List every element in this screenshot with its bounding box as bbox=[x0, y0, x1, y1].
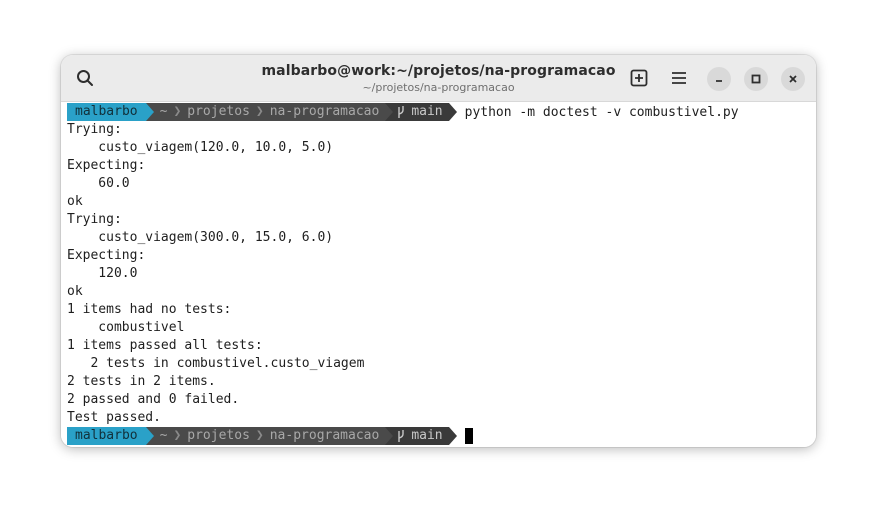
prompt-git: main bbox=[393, 103, 449, 121]
output-line: Expecting: bbox=[67, 158, 146, 173]
output-line: combustivel bbox=[67, 320, 185, 335]
prompt-git: main bbox=[393, 427, 449, 445]
prompt-separator-arrow bbox=[385, 427, 394, 445]
prompt-home: ~ bbox=[159, 428, 168, 443]
shell-prompt-current: malbarbo ~ ❯ projetos ❯ na-programacao m… bbox=[67, 427, 816, 445]
output-line: custo_viagem(300.0, 15.0, 6.0) bbox=[67, 230, 334, 245]
minimize-button[interactable] bbox=[707, 67, 731, 91]
output-line: Trying: bbox=[67, 212, 122, 227]
output-line: ok bbox=[67, 194, 83, 209]
menu-button[interactable] bbox=[665, 64, 693, 92]
maximize-button[interactable] bbox=[744, 67, 768, 91]
minimize-icon bbox=[716, 80, 722, 82]
prompt-dir: na-programacao bbox=[269, 428, 380, 443]
output-line: ok bbox=[67, 284, 83, 299]
prompt-dir: projetos bbox=[187, 428, 250, 443]
shell-prompt: malbarbo ~ ❯ projetos ❯ na-programacao m… bbox=[67, 103, 816, 121]
close-icon bbox=[789, 75, 797, 83]
terminal-output[interactable]: malbarbo ~ ❯ projetos ❯ na-programacao m… bbox=[61, 102, 816, 447]
output-line: custo_viagem(120.0, 10.0, 5.0) bbox=[67, 140, 334, 155]
prompt-dir: projetos bbox=[187, 104, 250, 119]
output-line: 2 tests in combustivel.custo_viagem bbox=[67, 356, 365, 371]
output-line: Trying: bbox=[67, 122, 122, 137]
close-button[interactable] bbox=[781, 67, 805, 91]
output-line: 2 tests in 2 items. bbox=[67, 374, 216, 389]
prompt-separator-arrow bbox=[145, 427, 154, 445]
window-title: malbarbo@work:~/projetos/na-programacao bbox=[261, 63, 616, 79]
git-branch-icon bbox=[398, 430, 405, 442]
maximize-icon bbox=[751, 74, 761, 84]
prompt-path: ~ ❯ projetos ❯ na-programacao bbox=[153, 103, 386, 121]
git-branch-icon bbox=[398, 106, 405, 118]
output-line: Expecting: bbox=[67, 248, 146, 263]
output-line: 1 items passed all tests: bbox=[67, 338, 263, 353]
new-tab-icon bbox=[630, 69, 648, 87]
terminal-window: malbarbo@work:~/projetos/na-programacao … bbox=[61, 55, 816, 447]
prompt-user: malbarbo bbox=[67, 427, 146, 445]
prompt-separator-arrow bbox=[448, 427, 457, 445]
text-cursor bbox=[464, 428, 473, 444]
new-tab-button[interactable] bbox=[625, 64, 653, 92]
path-chevron-icon: ❯ bbox=[173, 428, 182, 443]
prompt-separator-arrow bbox=[385, 103, 394, 121]
prompt-separator-arrow bbox=[145, 103, 154, 121]
output-line: Test passed. bbox=[67, 410, 161, 425]
output-line: 1 items had no tests: bbox=[67, 302, 232, 317]
prompt-dir: na-programacao bbox=[269, 104, 380, 119]
title-bar: malbarbo@work:~/projetos/na-programacao … bbox=[61, 55, 816, 102]
window-subtitle: ~/projetos/na-programacao bbox=[362, 81, 515, 94]
output-line: 120.0 bbox=[67, 266, 138, 281]
prompt-path: ~ ❯ projetos ❯ na-programacao bbox=[153, 427, 386, 445]
prompt-branch: main bbox=[411, 104, 443, 119]
path-chevron-icon: ❯ bbox=[173, 104, 182, 119]
command-text: python -m doctest -v combustivel.py bbox=[464, 104, 739, 120]
prompt-user: malbarbo bbox=[67, 103, 146, 121]
hamburger-menu-icon bbox=[672, 72, 686, 84]
prompt-separator-arrow bbox=[448, 103, 457, 121]
output-line: 60.0 bbox=[67, 176, 130, 191]
output-line: 2 passed and 0 failed. bbox=[67, 392, 240, 407]
prompt-branch: main bbox=[411, 428, 443, 443]
path-chevron-icon: ❯ bbox=[255, 428, 264, 443]
prompt-home: ~ bbox=[159, 104, 168, 119]
path-chevron-icon: ❯ bbox=[255, 104, 264, 119]
